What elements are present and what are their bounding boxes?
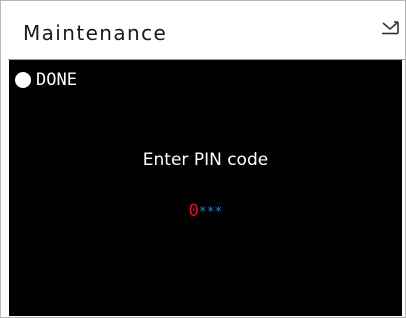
lcd-screen: DONE Enter PIN code 0*** <box>9 60 402 316</box>
status-text: DONE <box>36 70 77 90</box>
envelope-icon[interactable] <box>381 21 399 35</box>
maintenance-window: Maintenance DONE Enter PIN code 0*** <box>0 0 406 318</box>
pin-masked-digits: *** <box>198 205 223 220</box>
header-bar: Maintenance <box>8 6 405 60</box>
pin-entry[interactable]: 0*** <box>9 201 402 223</box>
status-dot-icon <box>15 72 31 88</box>
status-indicator: DONE <box>15 70 77 90</box>
page-title: Maintenance <box>23 21 168 45</box>
pin-prompt: Enter PIN code <box>142 150 269 170</box>
pin-active-digit[interactable]: 0 <box>189 201 199 221</box>
